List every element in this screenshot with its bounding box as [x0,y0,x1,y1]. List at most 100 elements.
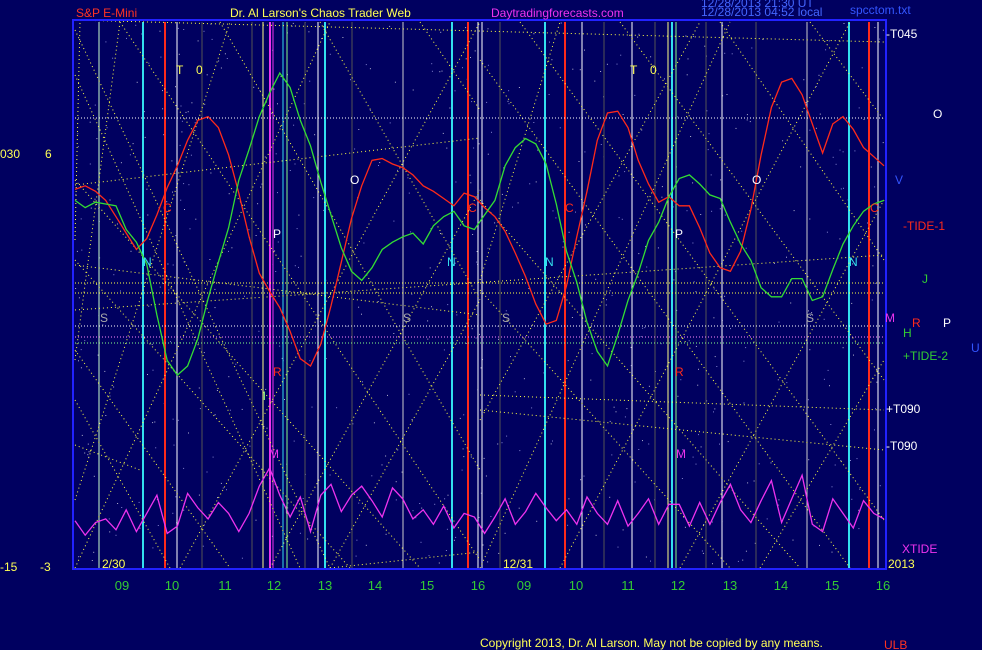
star [472,234,474,235]
star [354,148,356,150]
star [487,64,489,66]
star [463,456,465,458]
star [389,122,391,124]
star [152,422,154,424]
star [159,30,161,32]
letter-mark: S [502,311,510,325]
star [714,356,716,358]
star [427,320,429,322]
star [135,24,137,26]
star [189,228,191,230]
star [482,544,484,546]
x-tick-label: 11 [218,578,232,593]
star [600,71,602,72]
star [498,338,499,340]
star [204,103,206,105]
star [258,330,260,332]
star [720,179,722,181]
star [741,230,743,232]
star [648,443,650,445]
star [241,557,243,559]
star [624,416,626,418]
star [434,503,436,505]
star [93,475,95,477]
star [175,86,176,88]
star [106,127,108,129]
star [737,560,739,562]
star [578,161,580,162]
star [446,528,448,530]
star [475,337,477,339]
star [214,414,216,416]
star [429,267,431,269]
level-label: M [885,311,895,325]
left-axis-bottom-b: -3 [40,560,51,574]
star [858,107,860,109]
star [228,193,230,195]
star [622,529,624,531]
star [155,447,157,449]
star [183,29,185,30]
star [487,153,489,155]
star [839,238,841,240]
star [613,406,615,408]
star [692,242,694,244]
star [244,295,245,297]
star [378,165,379,166]
timestamp-2: 12/28/2013 04:52 local [701,5,822,19]
star [193,339,195,341]
star [120,290,121,292]
star [302,498,304,499]
star [203,30,205,32]
star [439,261,441,263]
star [745,247,747,249]
star [518,87,520,88]
star [228,376,230,378]
star [793,210,795,212]
star [294,163,296,165]
star [81,249,83,251]
star [590,379,592,381]
star [850,460,851,461]
left-axis-top-a: 030 [0,147,20,161]
star [130,250,132,252]
star [606,63,608,65]
star [453,539,455,541]
star [549,41,550,43]
star [300,255,302,257]
star [746,119,748,121]
star [809,349,811,351]
star [96,138,98,140]
star [120,162,122,164]
star [618,217,620,219]
star [352,423,354,425]
star [579,69,581,71]
star [311,406,313,408]
star [185,111,187,113]
star [560,22,562,24]
star [843,187,844,189]
star [819,544,820,546]
star [444,498,446,500]
star [854,150,856,152]
star [829,385,830,387]
star [609,496,611,498]
star [874,429,875,431]
star [214,288,216,290]
star [177,27,179,29]
star [571,317,573,318]
star [657,247,659,249]
star [745,550,747,552]
star [294,265,296,267]
star [387,394,388,396]
star [687,58,689,60]
star [713,411,714,413]
star [371,475,373,477]
star [708,133,710,135]
star [611,294,613,296]
star [90,207,92,209]
star [139,527,141,529]
star [770,462,772,464]
star [778,321,780,323]
x-tick-label: 14 [774,578,788,593]
